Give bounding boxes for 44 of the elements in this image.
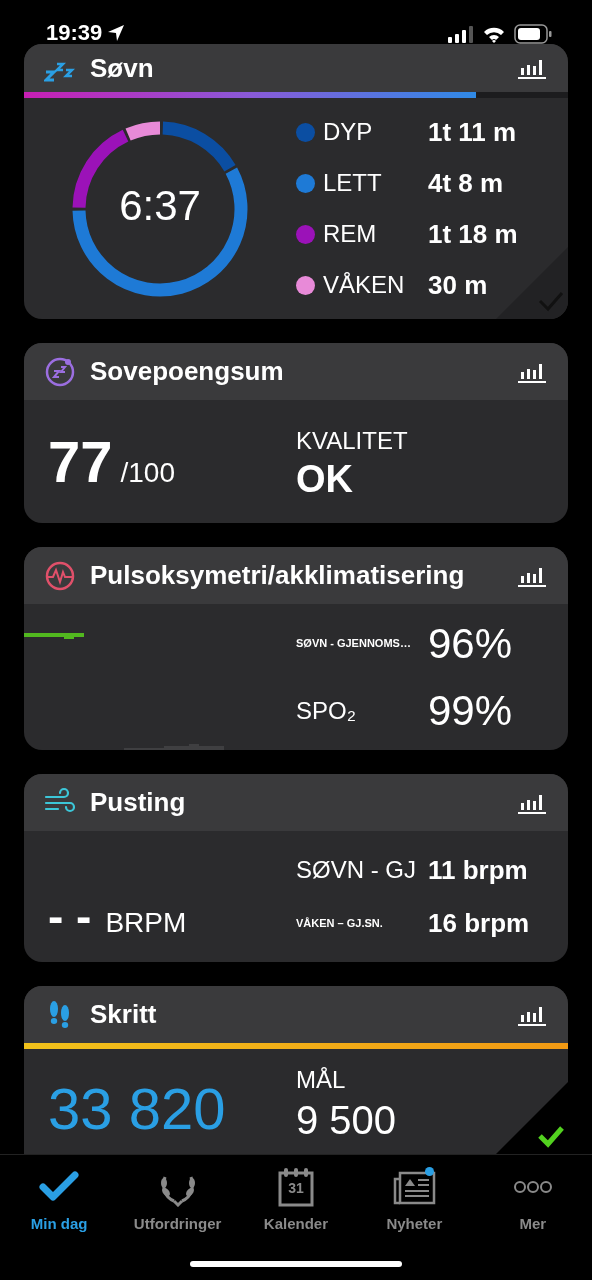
card-title: Pulsoksymetri/akklimatisering xyxy=(90,559,466,592)
legend-value: 4t 8 m xyxy=(428,166,505,200)
calendar-date: 31 xyxy=(287,1181,305,1195)
wifi-icon xyxy=(482,25,506,43)
tab-bar-item[interactable]: Utfordringer xyxy=(118,1167,237,1236)
goal-value: 9 500 xyxy=(296,1097,397,1142)
metric-value: 11 brpm xyxy=(428,853,529,887)
quality-value: OK xyxy=(296,458,354,501)
tab-bar-item[interactable]: Nyheter xyxy=(355,1167,474,1236)
legend-label: REM xyxy=(323,219,377,249)
card-title: Sovepoengsum xyxy=(90,355,285,388)
tab-bar-item[interactable]: Mer xyxy=(473,1167,592,1236)
metric-label: SØVN - GJENNOMS… xyxy=(296,636,412,652)
clock-time: 19:39 xyxy=(46,22,103,44)
step-count: 33 820 xyxy=(48,1075,226,1143)
sleep-total: 6:37 xyxy=(118,180,202,231)
legend-label: LETT xyxy=(323,168,382,198)
card-title: Søvn xyxy=(90,51,155,85)
metric-value: 96% xyxy=(428,619,513,669)
card-title: Skritt xyxy=(90,998,158,1031)
tab-bar-item[interactable]: 31 Kalender xyxy=(236,1167,355,1236)
metric-value: 99% xyxy=(428,686,513,736)
metric-label: SØVN - GJ xyxy=(296,855,417,885)
metric-label: SPO₂ xyxy=(296,695,357,726)
signal-icon xyxy=(448,25,474,43)
legend-value: 1t 18 m xyxy=(428,217,518,251)
battery-icon xyxy=(514,24,552,44)
legend-value: 30 m xyxy=(428,268,489,302)
card-title: Pusting xyxy=(90,786,187,819)
tab-bar-item[interactable]: Min dag xyxy=(0,1167,119,1236)
breathing-unit: BRPM xyxy=(105,906,187,940)
pulse-oximeter-icon xyxy=(44,559,76,592)
breathing-value: - - xyxy=(48,889,92,944)
bar-chart-icon[interactable] xyxy=(518,57,546,79)
sleep-score-icon xyxy=(44,355,76,388)
goal-label: MÅL xyxy=(296,1064,347,1095)
legend-label: DYP xyxy=(323,117,373,147)
legend-label: VÅKEN xyxy=(323,270,405,300)
score-value: 77 xyxy=(48,428,113,496)
metric-value: 16 brpm xyxy=(428,906,530,940)
score-max: /100 xyxy=(120,456,175,490)
quality-label: KVALITET xyxy=(296,425,408,456)
legend-value: 1t 11 m xyxy=(428,115,518,149)
metric-label: VÅKEN – GJ.SN. xyxy=(296,915,384,931)
